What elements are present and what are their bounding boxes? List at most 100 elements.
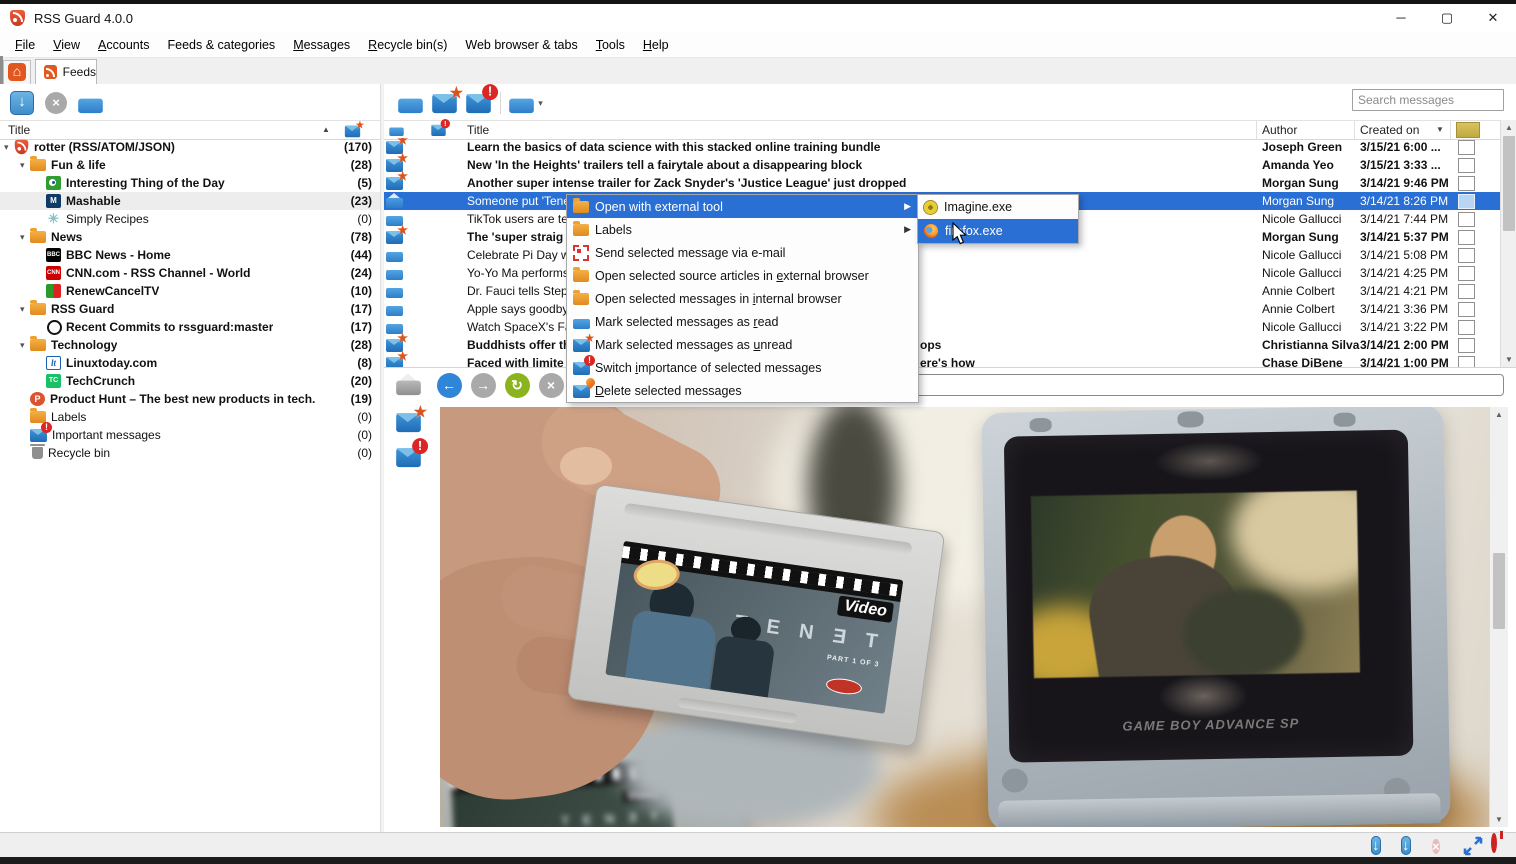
message-flag-checkbox[interactable] [1458,212,1475,227]
message-list-header[interactable]: ! Title Author Created on ▼ [384,120,1500,140]
menubar-item-feeds-categories[interactable]: Feeds & categories [158,34,284,56]
tab-feeds[interactable]: Feeds [35,59,97,84]
feed-item-technology[interactable]: ▾ Technology (28) [0,336,380,354]
scroll-down-icon[interactable]: ▼ [1490,812,1508,827]
message-flag-checkbox[interactable] [1458,158,1475,173]
expander-icon[interactable]: ▾ [20,160,30,171]
stop-button[interactable]: × [537,372,565,398]
feed-item-techcrunch[interactable]: TC TechCrunch (20) [0,372,380,390]
feed-item-simply-recipes[interactable]: ✳ Simply Recipes (0) [0,210,380,228]
expander-icon[interactable]: ▾ [20,340,30,351]
message-row[interactable]: Yo-Yo Ma performs s Nicole Gallucci 3/14… [384,264,1500,282]
submenu-item-firefox-exe[interactable]: firefox.exe [918,219,1078,243]
refresh-button[interactable]: ↻ [503,372,531,398]
scrollbar-thumb[interactable] [1493,553,1505,629]
message-flag-checkbox[interactable] [1458,266,1475,281]
expander-icon[interactable]: ▾ [20,304,30,315]
message-flag-checkbox[interactable] [1458,356,1475,367]
submenu-item-imagine-exe[interactable]: Imagine.exe [918,195,1078,219]
message-row[interactable]: Dr. Fauci tells Steph Annie Colbert 3/14… [384,282,1500,300]
context-menu-item-open-selected-messages-in-internal-browser[interactable]: Open selected messages in internal brows… [567,287,918,310]
message-flag-checkbox[interactable] [1458,338,1475,353]
feed-item-news[interactable]: ▾ News (78) [0,228,380,246]
context-menu-item-send-selected-message-via-e-mail[interactable]: Send selected message via e-mail [567,241,918,264]
feed-item-interesting-thing-of-the-day[interactable]: Interesting Thing of the Day (5) [0,174,380,192]
mark-message-unread-button[interactable]: ! [464,90,492,116]
feed-item-rotter-rss-atom-json[interactable]: ▾ rotter (RSS/ATOM/JSON) (170) [0,138,380,156]
message-flag-checkbox[interactable] [1458,230,1475,245]
message-list-scrollbar[interactable]: ▲ ▼ [1500,120,1516,367]
feed-item-product-hunt-the-best-new-products-in-tech[interactable]: P Product Hunt – The best new products i… [0,390,380,408]
message-flag-checkbox[interactable] [1458,248,1475,263]
feed-list-header[interactable]: Title ▲ ★ [0,120,380,140]
menubar-item-tools[interactable]: Tools [587,34,634,56]
feed-item-renewcanceltv[interactable]: RenewCancelTV (10) [0,282,380,300]
message-row[interactable]: ★ Buddhists offer th ops Christianna Sil… [384,336,1500,354]
scroll-up-icon[interactable]: ▲ [1490,407,1508,422]
maximize-button[interactable]: ▢ [1424,4,1470,32]
message-flag-checkbox[interactable] [1458,302,1475,317]
feed-item-important-messages[interactable]: ! Important messages (0) [0,426,380,444]
browser-unread-button[interactable]: ! [394,444,422,470]
download-messages-button[interactable]: ↓ [1371,836,1381,856]
mark-all-read-button[interactable] [76,90,104,116]
title-bar[interactable]: RSS Guard 4.0.0 ─ ▢ ✕ [0,4,1516,32]
feed-item-cnn-com-rss-channel-world[interactable]: CNN CNN.com - RSS Channel - World (24) [0,264,380,282]
message-row[interactable]: Apple says goodbye Annie Colbert 3/14/21… [384,300,1500,318]
mark-message-read-button[interactable] [396,90,424,116]
message-row[interactable]: ★ Another super intense trailer for Zack… [384,174,1500,192]
feed-item-labels[interactable]: Labels (0) [0,408,380,426]
scrollbar-thumb[interactable] [1503,136,1515,231]
menubar-item-recycle-bin-s[interactable]: Recycle bin(s) [359,34,456,56]
home-tab-button[interactable]: ⌂ [3,60,31,84]
message-row[interactable]: Celebrate Pi Day wit Nicole Gallucci 3/1… [384,246,1500,264]
update-feeds-button[interactable]: ↓ [8,90,36,116]
minimize-button[interactable]: ─ [1378,4,1424,32]
menubar-item-file[interactable]: File [6,34,44,56]
context-menu-item-mark-selected-messages-as-unread[interactable]: ★Mark selected messages as unread [567,333,918,356]
browser-read-button[interactable] [394,372,422,398]
quit-button[interactable] [1491,836,1497,850]
message-flag-checkbox[interactable] [1458,194,1475,209]
message-row[interactable]: ★ Learn the basics of data science with … [384,138,1500,156]
search-input[interactable] [1352,89,1504,111]
feed-item-rss-guard[interactable]: ▾ RSS Guard (17) [0,300,380,318]
feed-item-linuxtoday-com[interactable]: lt Linuxtoday.com (8) [0,354,380,372]
feed-item-fun-life[interactable]: ▾ Fun & life (28) [0,156,380,174]
menubar-item-help[interactable]: Help [634,34,678,56]
download-feeds-button[interactable]: ↓ [1401,836,1411,856]
browser-important-button[interactable]: ★ [394,409,422,435]
expander-icon[interactable]: ▾ [4,142,14,153]
browser-scrollbar[interactable]: ▲ ▼ [1489,407,1508,827]
feed-item-recent-commits-to-rssguard-master[interactable]: Recent Commits to rssguard:master (17) [0,318,380,336]
mark-message-important-button[interactable]: ★ [430,90,458,116]
context-menu-item-labels[interactable]: Labels ▶ [567,218,918,241]
scroll-down-icon[interactable]: ▼ [1501,352,1516,367]
context-menu-item-delete-selected-messages[interactable]: Delete selected messages [567,379,918,402]
menubar-item-accounts[interactable]: Accounts [89,34,158,56]
stop-disabled-button[interactable]: × [1432,836,1440,858]
close-button[interactable]: ✕ [1470,4,1516,32]
flag-column-header[interactable] [1456,122,1480,138]
context-menu-item-switch-importance-of-selected-messages[interactable]: !Switch importance of selected messages [567,356,918,379]
context-menu-item-mark-selected-messages-as-read[interactable]: Mark selected messages as read [567,310,918,333]
feed-item-recycle-bin[interactable]: Recycle bin (0) [0,444,380,462]
scroll-up-icon[interactable]: ▲ [1501,120,1516,135]
context-menu-item-open-selected-source-articles-in-external-browser[interactable]: Open selected source articles in externa… [567,264,918,287]
menubar-item-messages[interactable]: Messages [284,34,359,56]
menubar-item-view[interactable]: View [44,34,89,56]
back-button[interactable]: ← [435,372,463,398]
message-flag-checkbox[interactable] [1458,140,1475,155]
context-menu-item-open-with-external-tool[interactable]: Open with external tool ▶ [567,195,918,218]
expander-icon[interactable]: ▾ [20,232,30,243]
message-row[interactable]: ★ New 'In the Heights' trailers tell a f… [384,156,1500,174]
stop-update-button[interactable]: × [42,90,70,116]
feed-item-bbc-news-home[interactable]: BBC BBC News - Home (44) [0,246,380,264]
feed-item-mashable[interactable]: M Mashable (23) [0,192,380,210]
message-row[interactable]: Watch SpaceX's Falc Nicole Gallucci 3/14… [384,318,1500,336]
message-actions-dropdown[interactable]: ▾ [508,90,548,116]
forward-button[interactable]: → [469,372,497,398]
message-flag-checkbox[interactable] [1458,284,1475,299]
menubar-item-web-browser-tabs[interactable]: Web browser & tabs [456,34,586,56]
message-flag-checkbox[interactable] [1458,320,1475,335]
